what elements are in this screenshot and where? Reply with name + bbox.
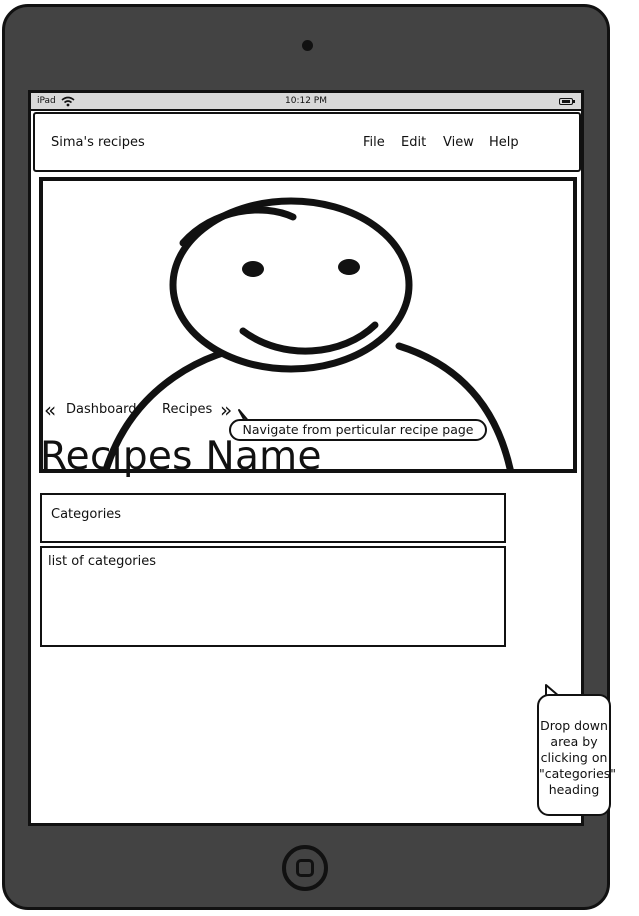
categories-header[interactable]: Categories	[40, 493, 506, 543]
home-button-square-icon	[296, 859, 314, 877]
menu-item-help[interactable]: Help	[489, 135, 519, 150]
menu-item-file[interactable]: File	[363, 135, 385, 150]
camera-icon	[302, 40, 313, 51]
breadcrumb-forward-chevron-icon[interactable]: »	[220, 400, 232, 420]
dropdown-annotation-callout: Drop down area by clicking on "categorie…	[537, 694, 617, 816]
dropdown-annotation-line: Drop down	[540, 718, 608, 733]
menu-item-edit[interactable]: Edit	[401, 135, 426, 150]
battery-nub-icon	[573, 100, 575, 103]
menu-bar: Sima's recipes File Edit View Help	[33, 112, 581, 172]
status-time: 10:12 PM	[285, 96, 327, 106]
breadcrumb-back-chevron-icon[interactable]: «	[44, 400, 56, 420]
app-title: Sima's recipes	[51, 135, 145, 150]
dropdown-annotation-line: "categories"	[539, 766, 617, 781]
status-bar: iPad 10:12 PM	[31, 93, 581, 111]
battery-icon	[559, 98, 573, 105]
breadcrumb-dashboard-link[interactable]: Dashboard	[66, 402, 137, 417]
battery-level-fill	[562, 100, 570, 103]
categories-header-label: Categories	[51, 507, 122, 522]
categories-list-text: list of categories	[48, 554, 157, 569]
breadcrumb-recipes-link[interactable]: Recipes	[162, 402, 212, 417]
dropdown-annotation-line: area by	[550, 734, 598, 749]
dropdown-annotation-line: heading	[548, 782, 600, 797]
dropdown-annotation-line: clicking on	[540, 750, 608, 765]
categories-list: list of categories	[40, 546, 506, 647]
menu-item-view[interactable]: View	[443, 135, 474, 150]
page-title: Recipes Name	[40, 434, 322, 479]
